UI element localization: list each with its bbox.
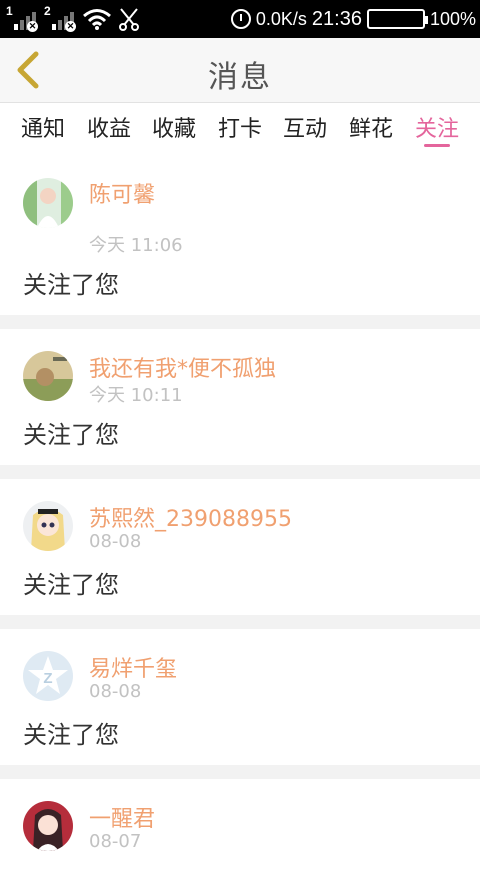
notification-text: 关注了您 [23,421,119,449]
battery-icon [366,9,428,29]
svg-text:Z: Z [43,670,52,687]
username[interactable]: 一醒君 [89,801,155,833]
list-item[interactable]: 我还有我*便不孤独 今天 10:11 关注了您 [0,329,480,465]
active-tab-indicator [424,144,450,147]
wifi-icon [83,9,111,30]
list-item[interactable]: Z 易烊千玺 08-08 关注了您 [0,629,480,765]
username[interactable]: 我还有我*便不孤独 [89,351,276,383]
app-header: 消息 [0,38,480,103]
tab-notice[interactable]: 通知 [13,111,73,143]
divider [0,465,480,479]
timestamp: 今天 10:11 [89,385,183,406]
tab-checkin[interactable]: 打卡 [210,111,270,143]
alarm-clock-icon [230,9,251,29]
username[interactable]: 易烊千玺 [89,651,177,683]
scissors-icon [119,8,139,31]
tab-interaction[interactable]: 互动 [275,111,335,143]
tab-follow[interactable]: 关注 [407,111,467,143]
notification-text: 关注了您 [23,721,119,749]
tab-flowers[interactable]: 鲜花 [341,111,401,143]
battery-percent: 100% [429,8,476,29]
tab-earnings[interactable]: 收益 [79,111,139,143]
list-item[interactable]: 苏熙然_239088955 08-08 关注了您 [0,479,480,615]
default-avatar-icon[interactable]: Z [23,651,73,701]
status-time: 21:36 [311,7,362,30]
username[interactable]: 苏熙然_239088955 [89,501,292,533]
divider [0,615,480,629]
network-speed: 0.0K/s [255,8,307,29]
status-bar: 1 ✕ 2 ✕ 0.0K/s 21:36 100% [0,0,480,38]
sim1-label: 1 [6,4,13,18]
tab-bar: 通知 收益 收藏 打卡 互动 鲜花 关注 [0,103,480,155]
signal-sim2-icon: 2 ✕ [44,4,76,32]
list-item[interactable]: 陈可馨 今天 11:06 关注了您 [0,155,480,315]
divider [0,315,480,329]
notification-list: 陈可馨 今天 11:06 关注了您 我还有我*便不孤独 今天 10:11 关注了… [0,155,480,869]
timestamp: 今天 11:06 [89,235,183,256]
page-title: 消息 [208,60,272,95]
avatar[interactable] [23,178,73,228]
avatar[interactable] [23,501,73,551]
username[interactable]: 陈可馨 [89,177,155,209]
list-item[interactable]: 一醒君 08-07 [0,779,480,869]
timestamp: 08-08 [89,681,142,702]
avatar[interactable] [23,351,73,401]
timestamp: 08-07 [89,831,142,852]
sim2-label: 2 [44,4,51,18]
notification-text: 关注了您 [23,271,119,299]
tab-favorites[interactable]: 收藏 [144,111,204,143]
notification-text: 关注了您 [23,571,119,599]
avatar[interactable] [23,801,73,851]
timestamp: 08-08 [89,531,142,552]
signal-sim1-icon: 1 ✕ [6,4,38,32]
divider [0,765,480,779]
